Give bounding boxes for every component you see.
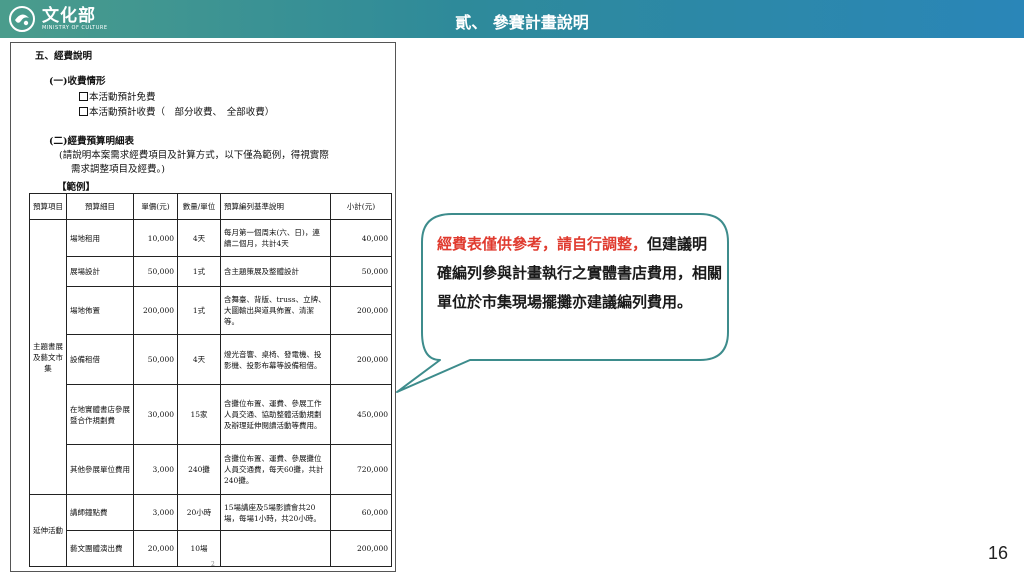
page-number: 16 <box>987 543 1008 563</box>
callout-highlight: 經費表僅供參考，請自行調整， <box>437 235 648 253</box>
callout-text: 經費表僅供參考，請自行調整，但建議明確編列參與計畫執行之實體書店費用，相關單位於… <box>437 230 722 317</box>
